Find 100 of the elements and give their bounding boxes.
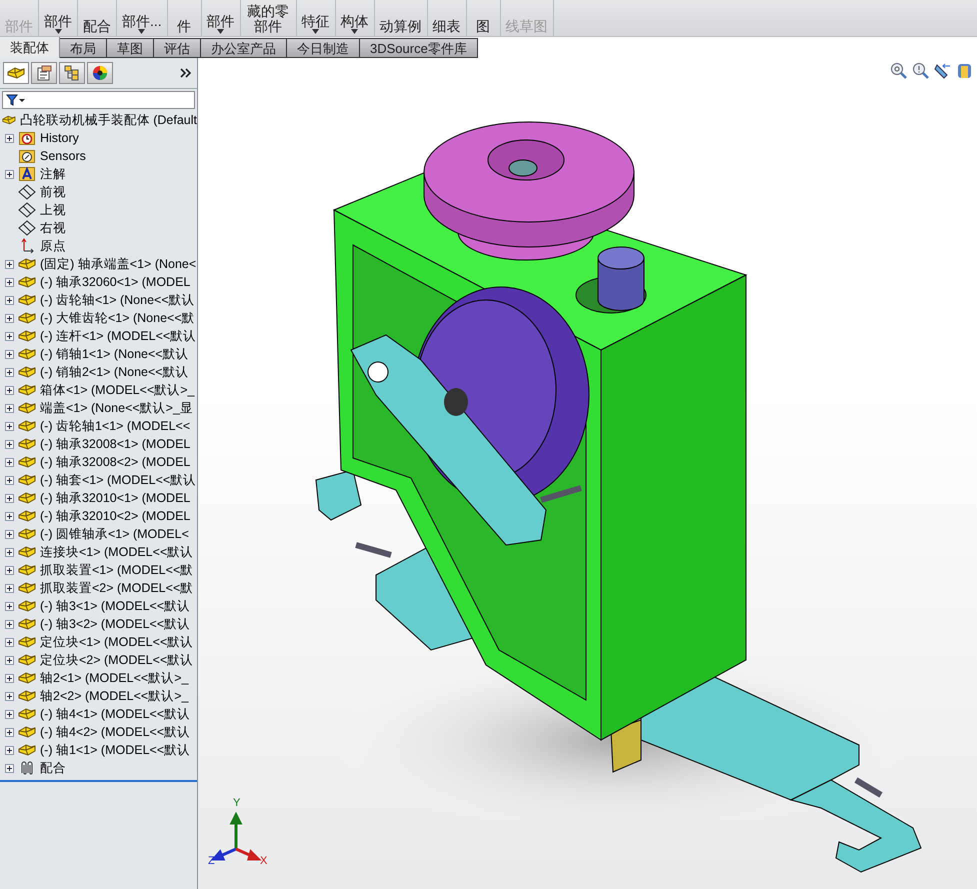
ribbon-tab[interactable]: 装配体	[0, 37, 60, 58]
filter-field[interactable]	[2, 91, 195, 109]
appearance-tab[interactable]	[87, 62, 113, 84]
expand-icon[interactable]	[5, 260, 14, 268]
expand-icon[interactable]	[5, 494, 14, 502]
tree-item[interactable]: (-) 轴承32008<1> (MODEL	[40, 436, 190, 452]
tree-item[interactable]: (-) 轴4<1> (MODEL<<默认	[40, 706, 190, 722]
toolbar-button[interactable]: 特征	[296, 0, 336, 36]
tree-item[interactable]: 定位块<1> (MODEL<<默认	[40, 634, 194, 650]
toolbar-button[interactable]: 部件	[39, 0, 78, 36]
expand-icon[interactable]	[5, 548, 14, 556]
tree-item[interactable]: 前视	[40, 184, 66, 200]
expand-icon[interactable]	[5, 278, 14, 286]
tree-item[interactable]: (-) 轴承32060<1> (MODEL	[40, 274, 190, 290]
expand-icon[interactable]	[5, 566, 14, 574]
expand-icon[interactable]	[5, 710, 14, 718]
tree-item[interactable]: 上视	[40, 202, 66, 218]
toolbar-button[interactable]: 部件	[202, 0, 241, 36]
expand-icon[interactable]	[5, 476, 14, 484]
tree-item[interactable]: (-) 轴承32010<1> (MODEL	[40, 490, 190, 506]
expand-icon[interactable]	[5, 170, 14, 178]
tree-item[interactable]: (-) 轴3<2> (MODEL<<默认	[40, 616, 190, 632]
toolbar-button[interactable]: 构体	[336, 0, 375, 36]
tree-item[interactable]: 轴2<1> (MODEL<<默认>_	[40, 670, 188, 686]
expand-icon[interactable]	[5, 296, 14, 304]
ribbon-tab[interactable]: 3DSource零件库	[360, 38, 478, 58]
tree-item[interactable]: (-) 连杆<1> (MODEL<<默认	[40, 328, 196, 344]
expand-icon[interactable]	[5, 728, 14, 736]
tree-item[interactable]: 配合	[40, 760, 66, 776]
tree-item[interactable]: (-) 销轴1<1> (None<<默认	[40, 346, 189, 362]
expand-icon[interactable]	[5, 656, 14, 664]
tree-item[interactable]: History	[40, 131, 79, 145]
assembly-name[interactable]: 凸轮联动机械手装配体 (Default	[20, 112, 197, 128]
tree-item[interactable]: 连接块<1> (MODEL<<默认	[40, 544, 194, 560]
expand-icon[interactable]	[5, 404, 14, 412]
toolbar-button[interactable]: 藏的零部件	[240, 0, 297, 36]
expand-icon[interactable]	[5, 638, 14, 646]
tree-item[interactable]: 抓取装置<1> (MODEL<<默	[40, 562, 194, 578]
expand-icon[interactable]	[5, 458, 14, 466]
expand-icon[interactable]	[5, 674, 14, 682]
toolbar-button[interactable]: 图	[466, 0, 501, 36]
ribbon-tab[interactable]: 今日制造	[287, 38, 360, 58]
section-view-icon[interactable]	[956, 62, 973, 79]
tree-item[interactable]: (-) 轴1<1> (MODEL<<默认	[40, 742, 190, 758]
configuration-tab[interactable]	[59, 62, 85, 84]
tree-item[interactable]: (-) 轴4<2> (MODEL<<默认	[40, 724, 190, 740]
tree-item[interactable]: 定位块<2> (MODEL<<默认	[40, 652, 194, 668]
tree-item[interactable]: (-) 大锥齿轮<1> (None<<默	[40, 310, 195, 326]
tree-item[interactable]: 箱体<1> (MODEL<<默认>_	[40, 382, 194, 398]
tree-item[interactable]: (-) 圆锥轴承<1> (MODEL<	[40, 526, 189, 542]
tree-item[interactable]: 原点	[40, 238, 66, 254]
zoom-fit-icon[interactable]	[890, 62, 907, 79]
expand-icon[interactable]	[5, 620, 14, 628]
expand-icon[interactable]	[5, 422, 14, 430]
toolbar-button[interactable]: 部件...	[117, 0, 168, 36]
expand-icon[interactable]	[5, 134, 14, 142]
ribbon-tab[interactable]: 评估	[154, 38, 201, 58]
expand-icon[interactable]	[5, 440, 14, 448]
expand-icon[interactable]	[5, 350, 14, 358]
tree-item[interactable]: 端盖<1> (None<<默认>_显	[40, 400, 193, 416]
tree-item[interactable]: 右视	[40, 220, 66, 236]
hierarchy-icon	[64, 65, 80, 81]
part-icon	[18, 617, 36, 631]
ribbon-tab[interactable]: 布局	[60, 38, 107, 58]
tree-item[interactable]: (-) 轴承32008<2> (MODEL	[40, 454, 190, 470]
axis-x-label: X	[260, 855, 268, 867]
expand-icon[interactable]	[5, 368, 14, 376]
tree-item[interactable]: 注解	[40, 166, 66, 182]
previous-view-icon[interactable]	[934, 62, 951, 79]
tree-item[interactable]: (-) 轴承32010<2> (MODEL	[40, 508, 190, 524]
tree-item[interactable]: 轴2<2> (MODEL<<默认>_	[40, 688, 188, 704]
tree-item[interactable]: (-) 齿轮轴1<1> (MODEL<<	[40, 418, 190, 434]
expand-icon[interactable]	[5, 764, 14, 772]
toolbar-button[interactable]: 动算例	[374, 0, 428, 36]
ribbon-tab[interactable]: 办公室产品	[201, 38, 287, 58]
part-icon	[18, 527, 36, 541]
expand-icon[interactable]	[5, 530, 14, 538]
tree-item[interactable]: (固定) 轴承端盖<1> (None<	[40, 256, 196, 272]
expand-icon[interactable]	[5, 332, 14, 340]
part-icon	[18, 473, 36, 487]
tree-item[interactable]: (-) 齿轮轴<1> (None<<默认	[40, 292, 195, 308]
zoom-area-icon[interactable]	[912, 62, 929, 79]
expand-icon[interactable]	[5, 602, 14, 610]
feature-manager-tab[interactable]	[3, 62, 29, 84]
expand-icon[interactable]	[5, 746, 14, 754]
tree-item[interactable]: (-) 轴3<1> (MODEL<<默认	[40, 598, 190, 614]
property-manager-tab[interactable]	[31, 62, 57, 84]
expand-icon[interactable]	[5, 584, 14, 592]
toolbar-button[interactable]: 件	[168, 0, 202, 36]
tree-item[interactable]: 抓取装置<2> (MODEL<<默	[40, 580, 194, 596]
expand-icon[interactable]	[5, 512, 14, 520]
expand-icon[interactable]	[5, 386, 14, 394]
tree-item[interactable]: (-) 销轴2<1> (None<<默认	[40, 364, 189, 380]
expand-icon[interactable]	[5, 314, 14, 322]
toolbar-button[interactable]: 细表	[428, 0, 467, 36]
tree-item[interactable]: Sensors	[40, 149, 86, 163]
ribbon-tab[interactable]: 草图	[107, 38, 154, 58]
toolbar-button[interactable]: 配合	[78, 0, 117, 36]
expand-icon[interactable]	[5, 692, 14, 700]
tree-item[interactable]: (-) 轴套<1> (MODEL<<默认	[40, 472, 196, 488]
